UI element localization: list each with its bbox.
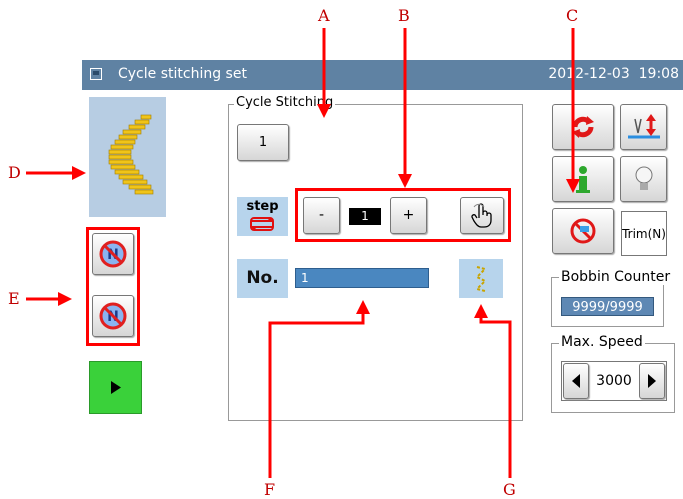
- no-icon: No.: [237, 259, 288, 298]
- no-wiper-icon: [570, 218, 596, 244]
- prohibit-n-icon: N: [99, 240, 127, 268]
- annotation-b: B: [398, 6, 410, 25]
- light-button[interactable]: [620, 156, 667, 202]
- bobbin-counter-label: Bobbin Counter: [559, 269, 673, 285]
- triangle-left-icon: [572, 374, 580, 388]
- annotation-e: E: [8, 289, 20, 308]
- zigzag-stitch-icon: [475, 266, 487, 292]
- prohibit-n-icon: N: [99, 302, 127, 330]
- pattern-number-field[interactable]: 1: [295, 268, 429, 288]
- no-icon-text: No.: [246, 268, 279, 288]
- step-icon: step: [237, 197, 288, 236]
- title-bar: Cycle stitching set 2012-12-03 19:08: [82, 60, 683, 90]
- window-title: Cycle stitching set: [118, 66, 247, 82]
- hand-pointer-icon: [471, 203, 492, 228]
- speed-control: 3000: [561, 361, 667, 401]
- needle-position-button[interactable]: [620, 104, 667, 150]
- cycle-mode-button[interactable]: [552, 104, 614, 150]
- lightbulb-icon: [635, 166, 652, 190]
- pattern-number-value: 1: [301, 271, 309, 285]
- wiper-button[interactable]: [552, 208, 614, 254]
- play-button[interactable]: [89, 361, 142, 414]
- step-minus-button[interactable]: -: [303, 197, 340, 234]
- needle-updown-icon: [627, 114, 660, 139]
- trim-button[interactable]: Trim(N): [621, 211, 667, 256]
- annotation-d: D: [8, 163, 21, 182]
- hand-button[interactable]: [460, 197, 504, 234]
- step-plus-button[interactable]: +: [390, 197, 427, 234]
- speed-increase-button[interactable]: [639, 363, 665, 399]
- cycle-number-button[interactable]: 1: [237, 124, 289, 161]
- annotation-f: F: [264, 480, 276, 499]
- cycle-arrows-icon: [572, 116, 594, 138]
- pattern-preview[interactable]: [89, 97, 166, 217]
- play-icon: [111, 381, 121, 394]
- speed-decrease-button[interactable]: [563, 363, 589, 399]
- window-icon: [90, 68, 102, 80]
- step-value: 1: [349, 208, 381, 225]
- triangle-right-icon: [648, 374, 656, 388]
- info-icon: [576, 166, 590, 193]
- max-speed-label: Max. Speed: [559, 334, 645, 350]
- cycle-pattern-icon: [108, 114, 154, 195]
- toggle-button-1[interactable]: N: [92, 233, 134, 275]
- bobbin-counter-value[interactable]: 9999/9999: [561, 297, 654, 316]
- cycle-stitching-label: Cycle Stitching: [234, 95, 336, 110]
- annotation-a: A: [318, 6, 330, 25]
- date-text: 2012-12-03: [548, 66, 630, 82]
- date-time: 2012-12-03 19:08: [548, 66, 679, 82]
- time-text: 19:08: [638, 66, 679, 82]
- annotation-c: C: [566, 6, 579, 25]
- annotation-g: G: [503, 480, 516, 499]
- speed-value: 3000: [596, 373, 632, 389]
- pattern-select-button[interactable]: [459, 259, 503, 298]
- info-button[interactable]: [552, 156, 614, 202]
- toggle-button-2[interactable]: N: [92, 295, 134, 337]
